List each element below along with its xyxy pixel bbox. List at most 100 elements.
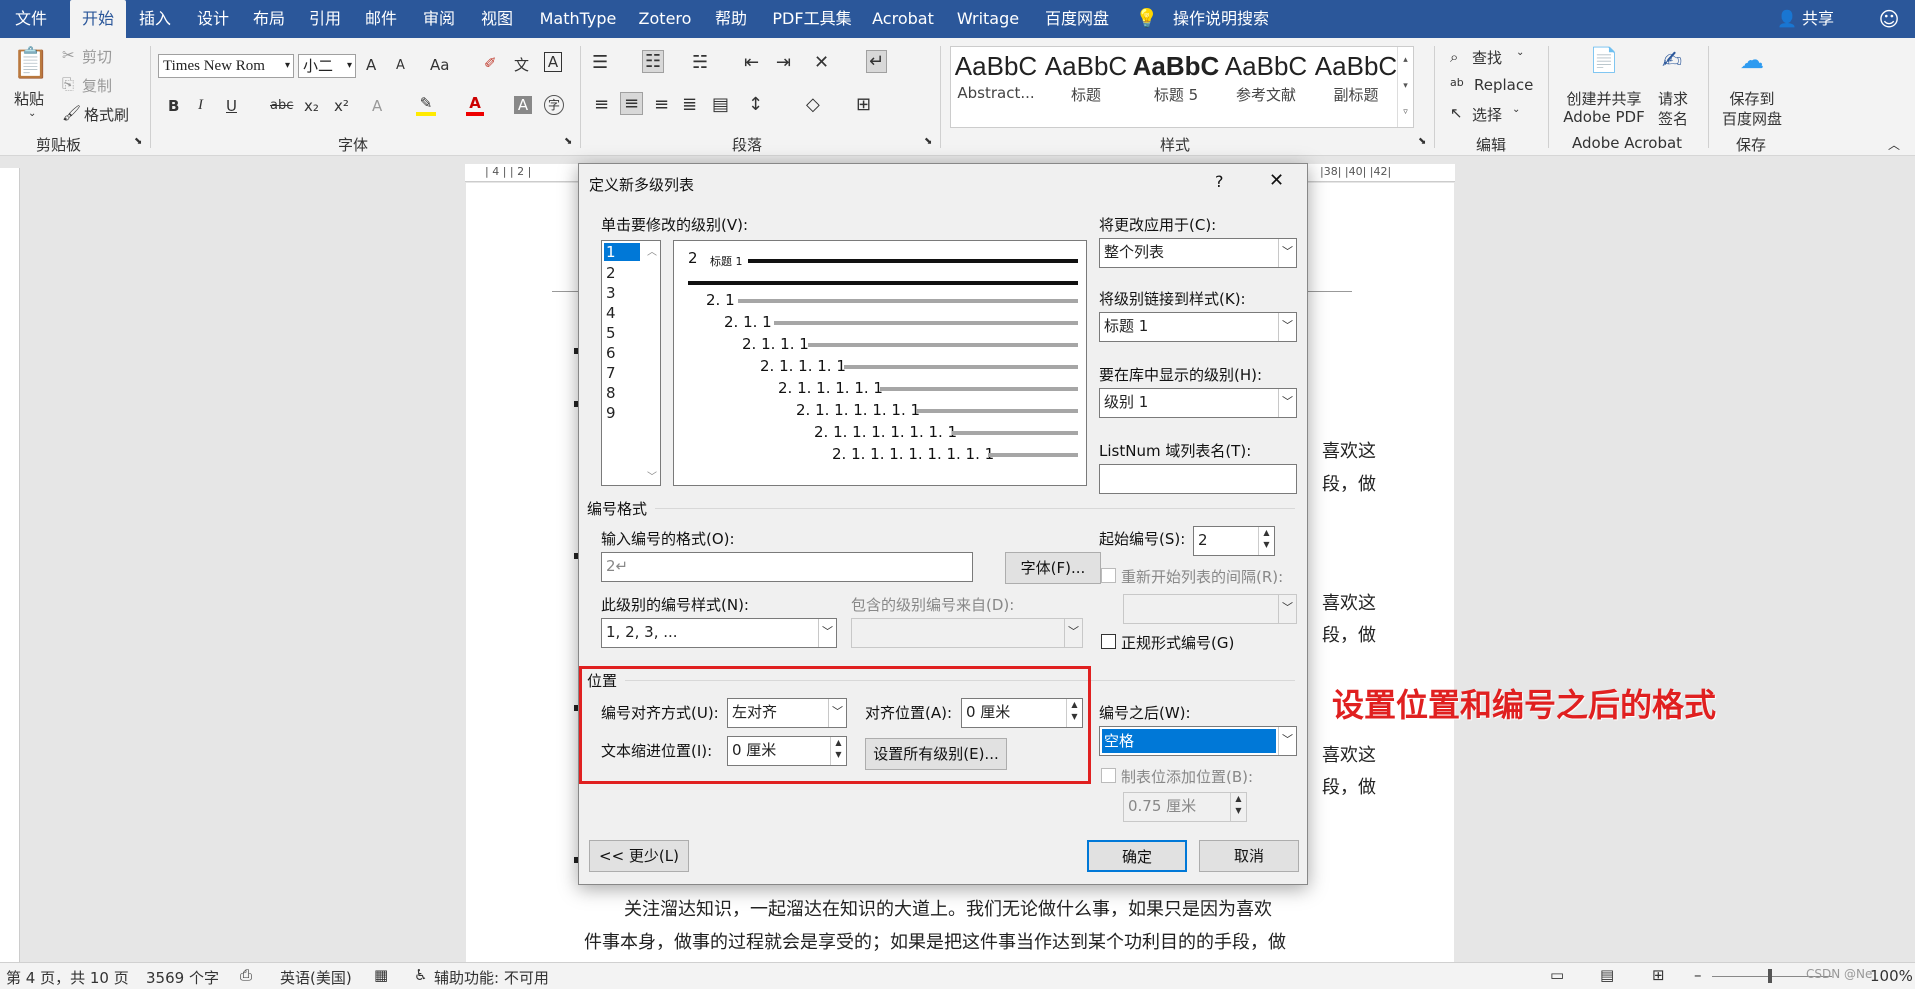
tab-baidu[interactable]: 百度网盘 (1036, 0, 1118, 38)
chevron-down-icon[interactable]: ﹀ (1278, 595, 1296, 623)
paragraph-launcher-icon[interactable]: ⬊ (924, 136, 932, 147)
level-list[interactable]: 1 2 3 4 5 6 7 8 9 ︿ ﹀ (601, 240, 661, 486)
zoom-out-icon[interactable]: – (1694, 966, 1702, 984)
number-style-select[interactable]: 1, 2, 3, ... ﹀ (601, 618, 837, 648)
font-button[interactable]: 字体(F)... (1005, 552, 1101, 584)
enclose-char-icon[interactable]: 字 (544, 95, 564, 115)
font-name-combo[interactable]: Times New Rom ▾ (158, 54, 294, 78)
level-5[interactable]: 5 (606, 323, 616, 343)
borders-icon[interactable]: ⊞ (856, 94, 871, 115)
line-spacing-icon[interactable]: ↕ (748, 94, 763, 115)
level-item-selected[interactable]: 1 (604, 243, 640, 261)
shading-icon[interactable]: ◇ (806, 94, 820, 115)
apply-to-select[interactable]: 整个列表 ﹀ (1099, 238, 1297, 268)
bullets-icon[interactable]: ☰ (592, 52, 608, 73)
tab-mathtype[interactable]: MathType (530, 0, 626, 38)
font-size-combo[interactable]: 小二 ▾ (298, 54, 356, 78)
chevron-down-icon[interactable]: ﹀ (818, 619, 836, 647)
align-left-icon[interactable]: ≡ (594, 94, 609, 115)
request-sign-icon[interactable]: ✍ (1656, 46, 1688, 74)
paste-dropdown-icon[interactable]: ⌄ (28, 108, 36, 119)
text-effects-icon[interactable]: A (372, 97, 382, 115)
style-references[interactable]: AaBbC 参考文献 (1221, 51, 1311, 105)
zoom-slider-thumb[interactable] (1768, 969, 1772, 983)
restart-checkbox[interactable] (1101, 568, 1116, 583)
level-2[interactable]: 2 (606, 263, 616, 283)
read-mode-icon[interactable]: ▭ (1550, 966, 1564, 984)
close-button[interactable]: ✕ (1269, 170, 1284, 191)
highlight-icon[interactable]: ✎ (416, 94, 436, 116)
create-pdf-icon[interactable]: 📄 (1588, 46, 1620, 74)
cancel-button[interactable]: 取消 (1199, 840, 1299, 872)
clear-format-icon[interactable]: ✐ (484, 54, 497, 72)
style-subtitle[interactable]: AaBbC 副标题 (1311, 51, 1401, 105)
chevron-down-icon[interactable]: ﹀ (1278, 239, 1296, 267)
justify-icon[interactable]: ≣ (682, 94, 697, 115)
phonetic-icon[interactable]: 文 (514, 54, 529, 75)
underline-button[interactable]: U (226, 97, 237, 115)
level-7[interactable]: 7 (606, 363, 616, 383)
level-3[interactable]: 3 (606, 283, 616, 303)
align-center-icon[interactable]: ≡ (620, 92, 644, 115)
numbering-icon[interactable]: ☷ (642, 50, 665, 73)
level-list-scrollbar[interactable]: ︿ ﹀ (644, 241, 660, 485)
request-sign-label-1[interactable]: 请求 (1656, 88, 1690, 109)
tab-writage[interactable]: Writage (952, 0, 1024, 38)
link-style-select[interactable]: 标题 1 ﹀ (1099, 312, 1297, 342)
tab-references[interactable]: 引用 (300, 0, 350, 38)
replace-button[interactable]: Replace (1474, 76, 1533, 94)
italic-button[interactable]: I (198, 97, 203, 114)
tell-me-search[interactable]: 操作说明搜索 (1166, 0, 1276, 38)
distributed-icon[interactable]: ▤ (712, 94, 729, 115)
web-layout-icon[interactable]: ⊞ (1652, 966, 1665, 984)
create-pdf-label-2[interactable]: Adobe PDF (1562, 108, 1646, 126)
find-dropdown-icon[interactable]: ⌄ (1516, 47, 1524, 58)
tab-view[interactable]: 视图 (472, 0, 522, 38)
select-dropdown-icon[interactable]: ⌄ (1512, 104, 1520, 115)
vertical-ruler[interactable] (0, 168, 20, 968)
tab-layout[interactable]: 布局 (244, 0, 294, 38)
tab-help[interactable]: 帮助 (706, 0, 756, 38)
level-6[interactable]: 6 (606, 343, 616, 363)
multilevel-list-icon[interactable]: ☵ (692, 52, 708, 73)
language[interactable]: 英语(美国) (280, 967, 352, 988)
chevron-down-icon[interactable]: ﹀ (1278, 389, 1296, 417)
help-button[interactable]: ? (1215, 172, 1224, 191)
styles-launcher-icon[interactable]: ⬊ (1418, 136, 1426, 147)
clipboard-launcher-icon[interactable]: ⬊ (134, 136, 142, 147)
chevron-down-icon[interactable]: ﹀ (1278, 313, 1296, 341)
align-right-icon[interactable]: ≡ (654, 94, 669, 115)
save-cloud-label-1[interactable]: 保存到 (1722, 88, 1782, 109)
increase-indent-icon[interactable]: ⇥ (776, 52, 791, 73)
subscript-button[interactable]: x₂ (304, 97, 319, 115)
request-sign-label-2[interactable]: 签名 (1656, 108, 1690, 129)
find-button[interactable]: 查找 (1472, 47, 1502, 68)
restart-select[interactable]: ﹀ (1123, 594, 1297, 624)
level-9[interactable]: 9 (606, 403, 616, 423)
page-count[interactable]: 第 4 页，共 10 页 (6, 967, 129, 988)
grow-font-button[interactable]: A (366, 56, 376, 74)
spinner-icon[interactable]: ▲ ▼ (1258, 527, 1274, 555)
print-layout-icon[interactable]: ▤ (1600, 966, 1614, 984)
tab-design[interactable]: 设计 (188, 0, 238, 38)
tab-stop-checkbox[interactable] (1101, 768, 1116, 783)
bold-button[interactable]: B (168, 97, 179, 115)
style-abstract[interactable]: AaBbC Abstract... (951, 51, 1041, 102)
level-item[interactable]: 2 3 4 5 6 7 8 9 (606, 263, 616, 423)
accessibility-status[interactable]: 辅助功能: 不可用 (434, 967, 549, 988)
select-button[interactable]: 选择 (1472, 104, 1502, 125)
style-heading5[interactable]: AaBbC 标题 5 (1131, 51, 1221, 105)
gallery-level-select[interactable]: 级别 1 ﹀ (1099, 388, 1297, 418)
tab-acrobat[interactable]: Acrobat (866, 0, 940, 38)
macro-icon[interactable]: ▦ (374, 966, 388, 984)
paste-icon[interactable]: 📋 (12, 46, 49, 86)
strikethrough-button[interactable]: abc (270, 98, 293, 113)
font-launcher-icon[interactable]: ⬊ (564, 136, 572, 147)
tab-stop-input[interactable]: 0.75 厘米 ▲ ▼ (1123, 792, 1247, 822)
chevron-down-icon[interactable]: ﹀ (1064, 619, 1082, 647)
less-button[interactable]: << 更少(L) (589, 840, 689, 872)
smiley-icon[interactable]: ☺ (1874, 0, 1904, 38)
tab-review[interactable]: 审阅 (414, 0, 464, 38)
paste-button[interactable]: 粘贴 (14, 88, 44, 109)
tab-file[interactable]: 文件 (0, 0, 62, 38)
